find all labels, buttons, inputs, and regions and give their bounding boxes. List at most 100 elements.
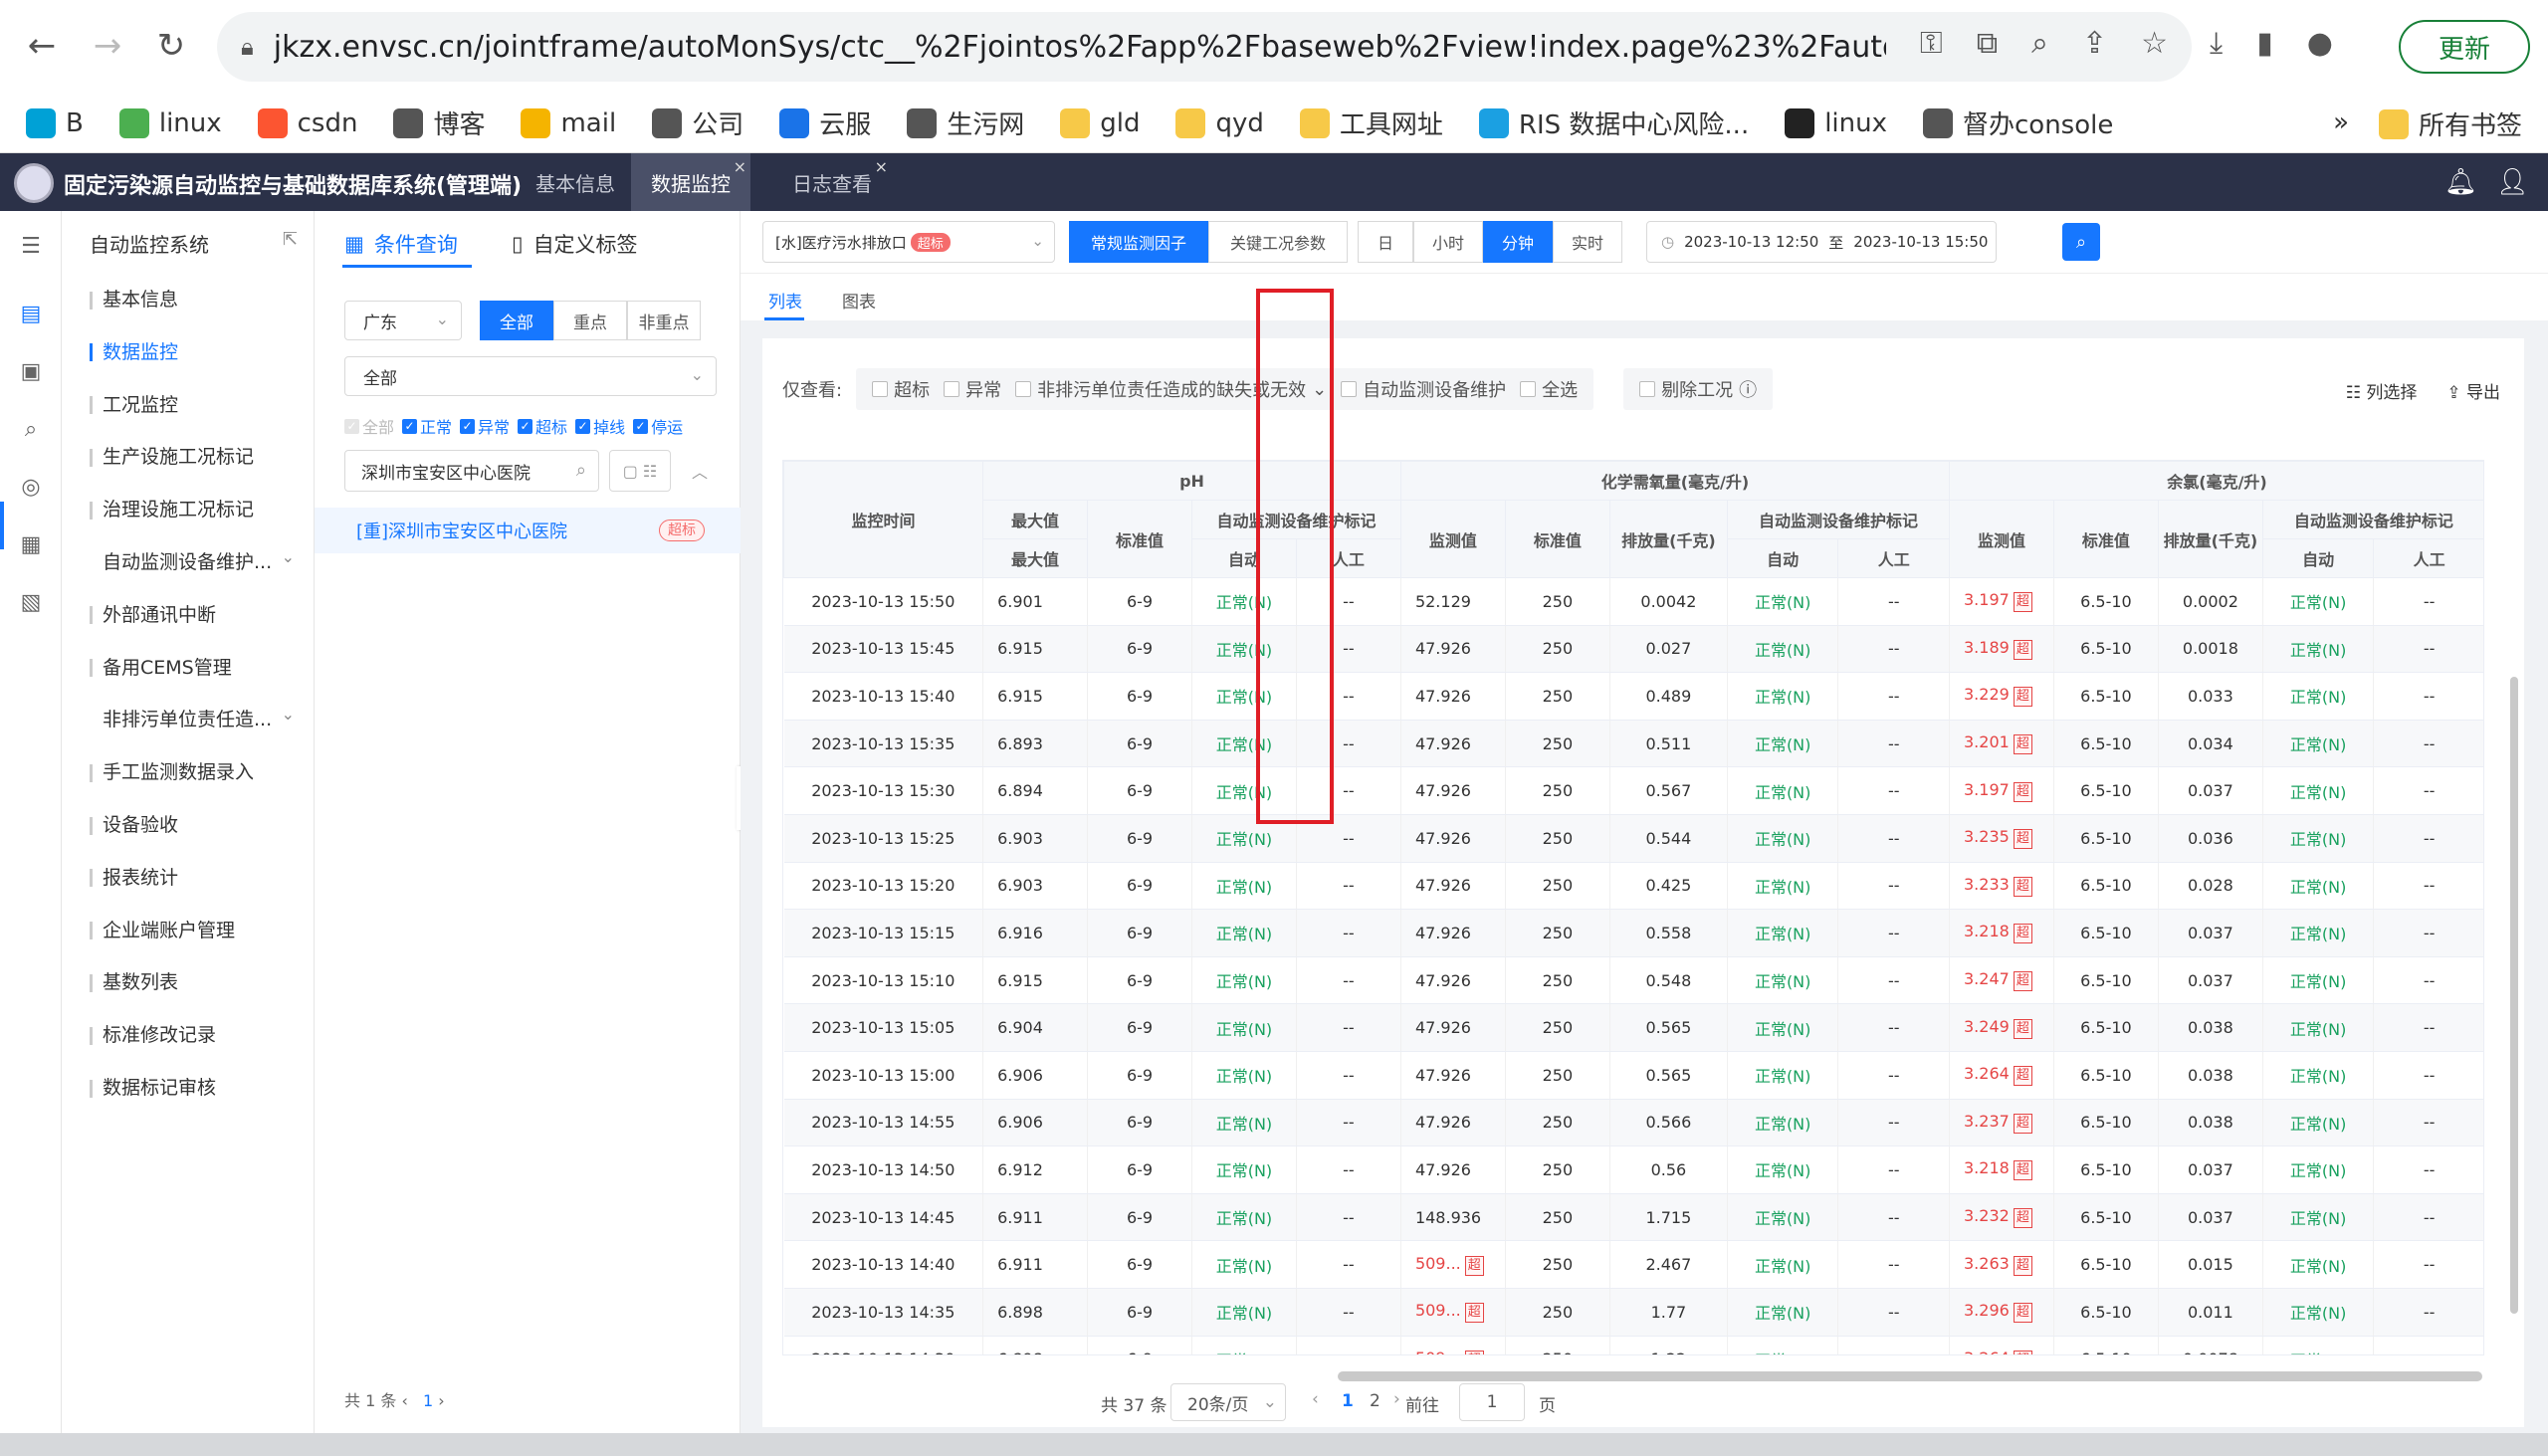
tab-basic-info[interactable]: 基本信息 <box>516 153 635 211</box>
doc-icon[interactable]: ▧ <box>14 585 48 619</box>
monitor-icon[interactable]: ▣ <box>14 354 48 388</box>
bookmark-item[interactable]: 生污网 <box>907 104 1024 141</box>
tab-day[interactable]: 日 <box>1358 221 1413 263</box>
result-list-item[interactable]: [重]深圳市宝安区中心医院 超标 <box>315 508 741 553</box>
tab-log[interactable]: 日志查看 × <box>772 153 892 211</box>
profile-icon[interactable]: ● <box>2307 26 2333 61</box>
enterprise-search-input[interactable]: 深圳市宝安区中心医院 ⌕ <box>344 450 599 492</box>
outlet-select[interactable]: [水]医疗污水排放口 超标 ⌄ <box>762 221 1055 263</box>
menu-item[interactable]: 标准修改记录 <box>90 1020 309 1047</box>
report-search-icon[interactable]: ⌕ <box>14 412 48 446</box>
bookmark-item[interactable]: linux <box>1785 107 1887 138</box>
tab-custom-tags[interactable]: ▯ 自定义标签 <box>512 229 638 259</box>
translate-icon[interactable]: ⧉ <box>1977 26 1998 61</box>
menu-item[interactable]: 备用CEMS管理 <box>90 653 309 680</box>
view-abnormal-checkbox[interactable]: 异常 <box>944 376 1001 402</box>
view-maintenance-checkbox[interactable]: 自动监测设备维护 <box>1341 376 1506 402</box>
menu-item[interactable]: 基本信息 <box>90 285 309 312</box>
bell-icon[interactable]: 🔔︎ <box>2444 167 2477 197</box>
hamburger-icon[interactable]: ☰ <box>14 229 48 263</box>
bookmark-item[interactable]: csdn <box>257 107 357 138</box>
search-icon[interactable]: ⌕ <box>576 460 586 481</box>
menu-item[interactable]: 数据标记审核 <box>90 1073 309 1100</box>
vertical-scrollbar[interactable] <box>2510 677 2518 1314</box>
jump-page-input[interactable]: 1 <box>1459 1383 1525 1421</box>
check-over[interactable]: ✓ 超标 <box>518 414 567 438</box>
seg-non-key[interactable]: 非重点 <box>627 301 701 340</box>
bookmark-item[interactable]: B <box>26 107 84 138</box>
menu-item[interactable]: 基数列表 <box>90 967 309 994</box>
tab-hour[interactable]: 小时 <box>1413 221 1483 263</box>
bookmark-item[interactable]: qyd <box>1175 107 1264 138</box>
tab-regular-factors[interactable]: 常规监测因子 <box>1069 221 1208 263</box>
bookmark-item[interactable]: RIS 数据中心风险... <box>1478 104 1749 141</box>
bookmark-item[interactable]: linux <box>118 107 222 138</box>
tab-condition-query[interactable]: ▦ 条件查询 <box>344 229 458 259</box>
region-select[interactable]: 广东 ⌄ <box>344 301 462 340</box>
tab-data-monitor[interactable]: 数据监控 × <box>631 153 750 211</box>
close-icon[interactable]: × <box>875 157 888 176</box>
tab-list[interactable]: 列表 <box>768 288 802 312</box>
menu-item[interactable]: 生产设施工况标记 <box>90 442 309 469</box>
reload-icon[interactable]: ↻ <box>147 22 195 70</box>
chevron-up-icon[interactable]: ︿ <box>685 450 715 492</box>
next-page-icon[interactable]: › <box>1393 1389 1400 1409</box>
menu-item[interactable]: 报表统计 <box>90 863 309 890</box>
star-icon[interactable]: ☆ <box>2141 26 2168 61</box>
back-icon[interactable]: ← <box>18 22 66 70</box>
page-2[interactable]: 2 <box>1370 1391 1380 1411</box>
bookmark-item[interactable]: gld <box>1060 107 1140 138</box>
menu-item[interactable]: 设备验收 <box>90 810 309 837</box>
address-bar[interactable]: 🔒︎ jkzx.envsc.cn/jointframe/autoMonSys/c… <box>217 12 2192 82</box>
menu-item[interactable]: 治理设施工况标记 <box>90 495 309 521</box>
seg-all[interactable]: 全部 <box>480 301 553 340</box>
menu-item[interactable]: 企业端账户管理 <box>90 916 309 942</box>
tab-chart[interactable]: 图表 <box>842 288 876 312</box>
view-select-all-checkbox[interactable]: 全选 <box>1520 376 1578 402</box>
search-button[interactable]: ⌕ <box>2062 223 2100 261</box>
key-icon[interactable]: ⚿ <box>1920 26 1943 61</box>
check-all[interactable]: ✓ 全部 <box>344 414 394 438</box>
update-button[interactable]: 更新 <box>2399 20 2530 74</box>
page-1[interactable]: 1 <box>1342 1391 1354 1411</box>
page-size-select[interactable]: 20条/页 ⌄ <box>1170 1383 1286 1421</box>
remove-condition-checkbox[interactable]: 剔除工况 ⓘ <box>1639 376 1757 402</box>
collapse-menu-icon[interactable]: ⇱ <box>283 229 298 250</box>
check-offline[interactable]: ✓ 掉线 <box>575 414 625 438</box>
card-icon[interactable]: ▦ <box>14 527 48 561</box>
sidepanel-icon[interactable]: ▮ <box>2256 26 2273 61</box>
share-icon[interactable]: ⇪ <box>2082 26 2107 61</box>
zoom-icon[interactable]: ⌕ <box>2031 26 2048 61</box>
bookmarks-more[interactable]: » <box>2333 107 2349 137</box>
bookmark-item[interactable]: 督办console <box>1923 104 2113 141</box>
column-select-button[interactable]: ☷ 列选择 <box>2346 378 2418 403</box>
prev-page-icon[interactable]: ‹ <box>1312 1389 1319 1409</box>
bookmark-item[interactable]: 博客 <box>393 104 485 141</box>
tree-toggle-button[interactable]: ▢ ☷ <box>609 450 671 492</box>
menu-item[interactable]: 外部通讯中断 <box>90 600 309 627</box>
close-icon[interactable]: × <box>734 157 746 176</box>
export-button[interactable]: ⇪ 导出 <box>2446 378 2500 403</box>
bookmark-item[interactable]: 工具网址 <box>1299 104 1443 141</box>
category-select[interactable]: 全部 ⌄ <box>344 356 717 396</box>
view-over-checkbox[interactable]: 超标 <box>872 376 930 402</box>
menu-item[interactable]: 数据监控 <box>90 337 309 364</box>
check-abnormal[interactable]: ✓ 异常 <box>460 414 510 438</box>
menu-item[interactable]: 自动监测设备维护... ⌄ <box>90 547 309 574</box>
help-icon[interactable]: ⓘ <box>1739 376 1757 402</box>
download-icon[interactable]: ⤓ <box>2210 26 2223 61</box>
tab-minute[interactable]: 分钟 <box>1483 221 1553 263</box>
menu-item[interactable]: 手工监测数据录入 <box>90 757 309 784</box>
forward-icon[interactable]: → <box>84 22 131 70</box>
tab-realtime[interactable]: 实时 <box>1553 221 1622 263</box>
all-bookmarks[interactable]: 所有书签 <box>2378 105 2522 142</box>
bookmark-item[interactable]: 公司 <box>652 104 743 141</box>
bookmark-item[interactable]: mail <box>521 107 616 138</box>
tab-key-params[interactable]: 关键工况参数 <box>1208 221 1348 263</box>
check-normal[interactable]: ✓ 正常 <box>402 414 452 438</box>
bookmark-item[interactable]: 云服 <box>779 104 871 141</box>
menu-item[interactable]: 非排污单位责任造... ⌄ <box>90 705 309 731</box>
seg-key[interactable]: 重点 <box>553 301 627 340</box>
chart-icon[interactable]: ▤ <box>14 297 48 330</box>
target-icon[interactable]: ◎ <box>14 470 48 504</box>
